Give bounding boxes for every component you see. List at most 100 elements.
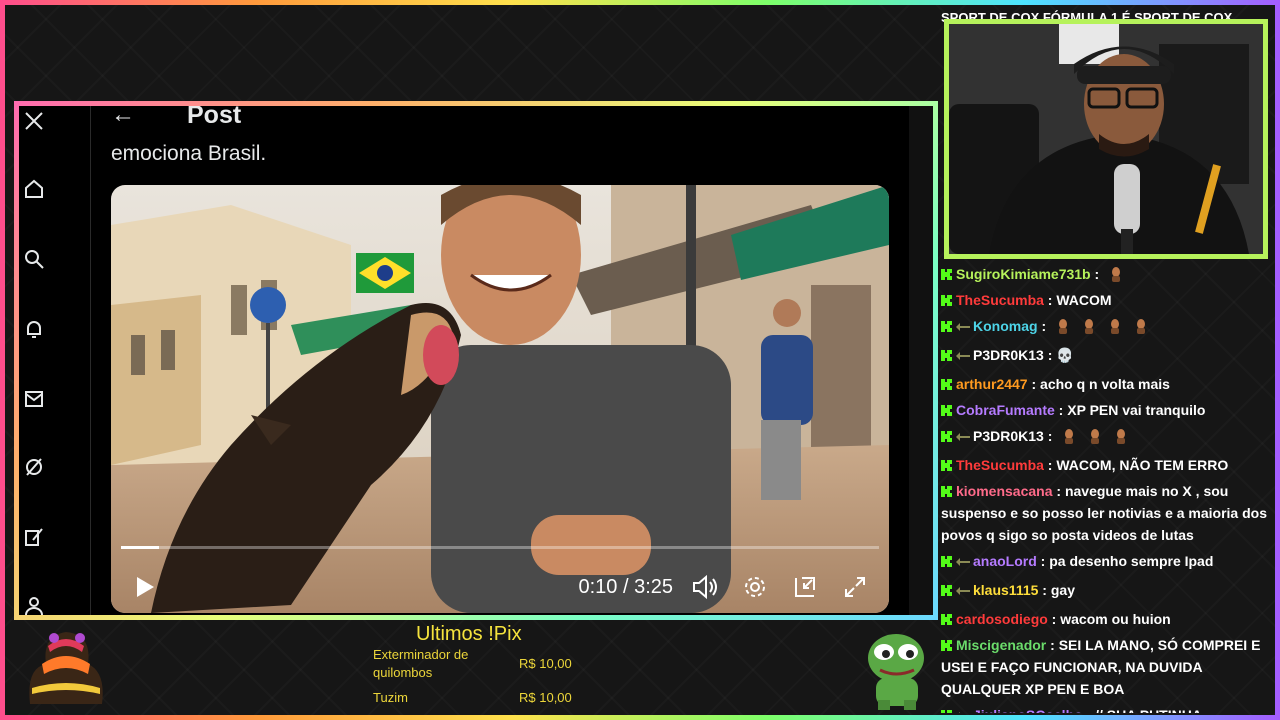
volume-icon[interactable] [689, 571, 721, 603]
chat-separator: : [1047, 611, 1061, 627]
subscriber-badge-icon [956, 707, 970, 713]
chat-username[interactable]: anaoLord [973, 553, 1037, 569]
webcam-feed [944, 19, 1268, 259]
chat-text: // SUA PUTINHA [1095, 707, 1202, 713]
post-text: emociona Brasil. [111, 142, 267, 165]
chat-text: XP PEN vai tranquilo [1067, 402, 1206, 418]
emote-icon [1082, 318, 1096, 334]
compose-icon[interactable] [23, 526, 45, 548]
x-logo-icon[interactable] [23, 110, 45, 132]
fullscreen-icon[interactable] [839, 571, 871, 603]
chat-username[interactable]: JiulianoSCoelho [973, 707, 1083, 713]
chat-separator: : [1054, 402, 1068, 418]
video-progress-bar[interactable] [121, 546, 879, 549]
pepe-frog-image [868, 634, 924, 710]
subscriber-badge-icon [956, 318, 970, 340]
notifications-icon[interactable] [23, 318, 45, 340]
post-title: Post [187, 101, 242, 129]
settings-gear-icon[interactable] [739, 571, 771, 603]
chat-message: P3DR0K13 : 💀 [941, 344, 1271, 369]
chat-username[interactable]: Konomag [973, 318, 1038, 334]
chat-message: SugiroKimiame731b : [941, 263, 1271, 285]
chat-username[interactable]: TheSucumba [956, 457, 1044, 473]
chat-message: TheSucumba : WACOM [941, 289, 1271, 311]
kick-badge-icon [941, 374, 952, 390]
chat-username[interactable]: CobraFumante [956, 402, 1055, 418]
chat-separator: : [1038, 582, 1051, 598]
chat-text: gay [1050, 582, 1075, 598]
emote-icon [1108, 318, 1122, 334]
chat-separator: : [1083, 707, 1095, 713]
chat-message: arthur2447 : acho q n volta mais [941, 373, 1271, 395]
chat-separator: : [1036, 553, 1050, 569]
kick-badge-icon [941, 705, 952, 713]
emote-icon [1088, 428, 1102, 444]
video-player[interactable]: 0:10 / 3:25 [111, 185, 889, 613]
home-icon[interactable] [23, 178, 45, 200]
chat-message: kiomensacana : navegue mais no X , sou s… [941, 480, 1271, 546]
post-column: ← Post emociona Brasil. 0:10 / 3:25 [91, 106, 909, 615]
back-arrow-icon[interactable]: ← [111, 106, 135, 129]
chat-panel: SugiroKimiame731b : TheSucumba : WACOM Ko… [941, 263, 1271, 713]
chat-username[interactable]: klaus1115 [973, 582, 1038, 598]
chat-username[interactable]: cardosodiego [956, 611, 1048, 627]
chat-separator: : [1046, 637, 1059, 653]
kick-badge-icon [941, 345, 952, 361]
kick-badge-icon [941, 481, 952, 497]
chat-username[interactable]: arthur2447 [956, 376, 1028, 392]
chat-username[interactable]: TheSucumba [956, 292, 1044, 308]
chat-username[interactable]: P3DR0K13 [973, 347, 1044, 363]
chat-username[interactable]: kiomensacana [956, 483, 1053, 499]
chat-message: Miscigenador : SEI LA MANO, SÓ COMPREI E… [941, 634, 1271, 700]
emote-icon [1109, 266, 1123, 282]
chat-separator: : [1043, 347, 1057, 363]
chat-text: 💀 [1056, 347, 1074, 363]
kick-badge-icon [941, 426, 952, 442]
page-scrollbar[interactable] [909, 106, 933, 615]
subscriber-badge-icon [956, 582, 970, 604]
post-header: ← Post [111, 101, 242, 130]
kick-badge-icon [941, 635, 952, 651]
chat-username[interactable]: Miscigenador [956, 637, 1046, 653]
chat-separator: : [1052, 483, 1065, 499]
profile-icon[interactable] [23, 594, 45, 615]
chat-message: CobraFumante : XP PEN vai tranquilo [941, 399, 1271, 421]
chat-separator: : [1043, 457, 1057, 473]
subscriber-badge-icon [956, 347, 970, 369]
video-progress-fill [121, 546, 159, 549]
kick-badge-icon [941, 290, 952, 306]
emote-icon [1114, 428, 1128, 444]
messages-icon[interactable] [23, 388, 45, 410]
kick-badge-icon [941, 551, 952, 567]
chat-text: acho q n volta mais [1040, 376, 1170, 392]
video-controls: 0:10 / 3:25 [111, 561, 889, 613]
pip-icon[interactable] [789, 571, 821, 603]
chat-message: anaoLord : pa desenho sempre Ipad [941, 550, 1271, 575]
play-icon[interactable] [129, 571, 161, 603]
streamer-image [949, 24, 1263, 254]
chat-message: P3DR0K13 : [941, 425, 1271, 450]
pix-amount: R$ 10,00 [519, 656, 572, 671]
pix-donor-name: Exterminador de quilombos [373, 647, 469, 680]
chat-text: WACOM, NÃO TEM ERRO [1056, 457, 1229, 473]
chat-separator: : [1043, 292, 1057, 308]
chat-separator: : [1090, 266, 1104, 282]
subscriber-badge-icon [956, 428, 970, 450]
emote-icon [1134, 318, 1148, 334]
search-icon[interactable] [23, 248, 45, 270]
chat-separator: : [1043, 428, 1057, 444]
chat-separator: : [1027, 376, 1041, 392]
grok-icon[interactable] [23, 456, 45, 478]
chat-text: wacom ou huion [1060, 611, 1171, 627]
pix-donor-name: Tuzim [373, 690, 408, 705]
kick-badge-icon [941, 609, 952, 625]
chat-username[interactable]: SugiroKimiame731b [956, 266, 1091, 282]
kick-badge-icon [941, 264, 952, 280]
video-time: 0:10 / 3:25 [578, 575, 673, 598]
kick-badge-icon [941, 316, 952, 332]
mascot-hat-image [29, 632, 103, 704]
kick-badge-icon [941, 400, 952, 416]
pix-amount: R$ 10,00 [519, 690, 572, 705]
chat-username[interactable]: P3DR0K13 [973, 428, 1044, 444]
pix-title: Ultimos !Pix [416, 623, 522, 645]
